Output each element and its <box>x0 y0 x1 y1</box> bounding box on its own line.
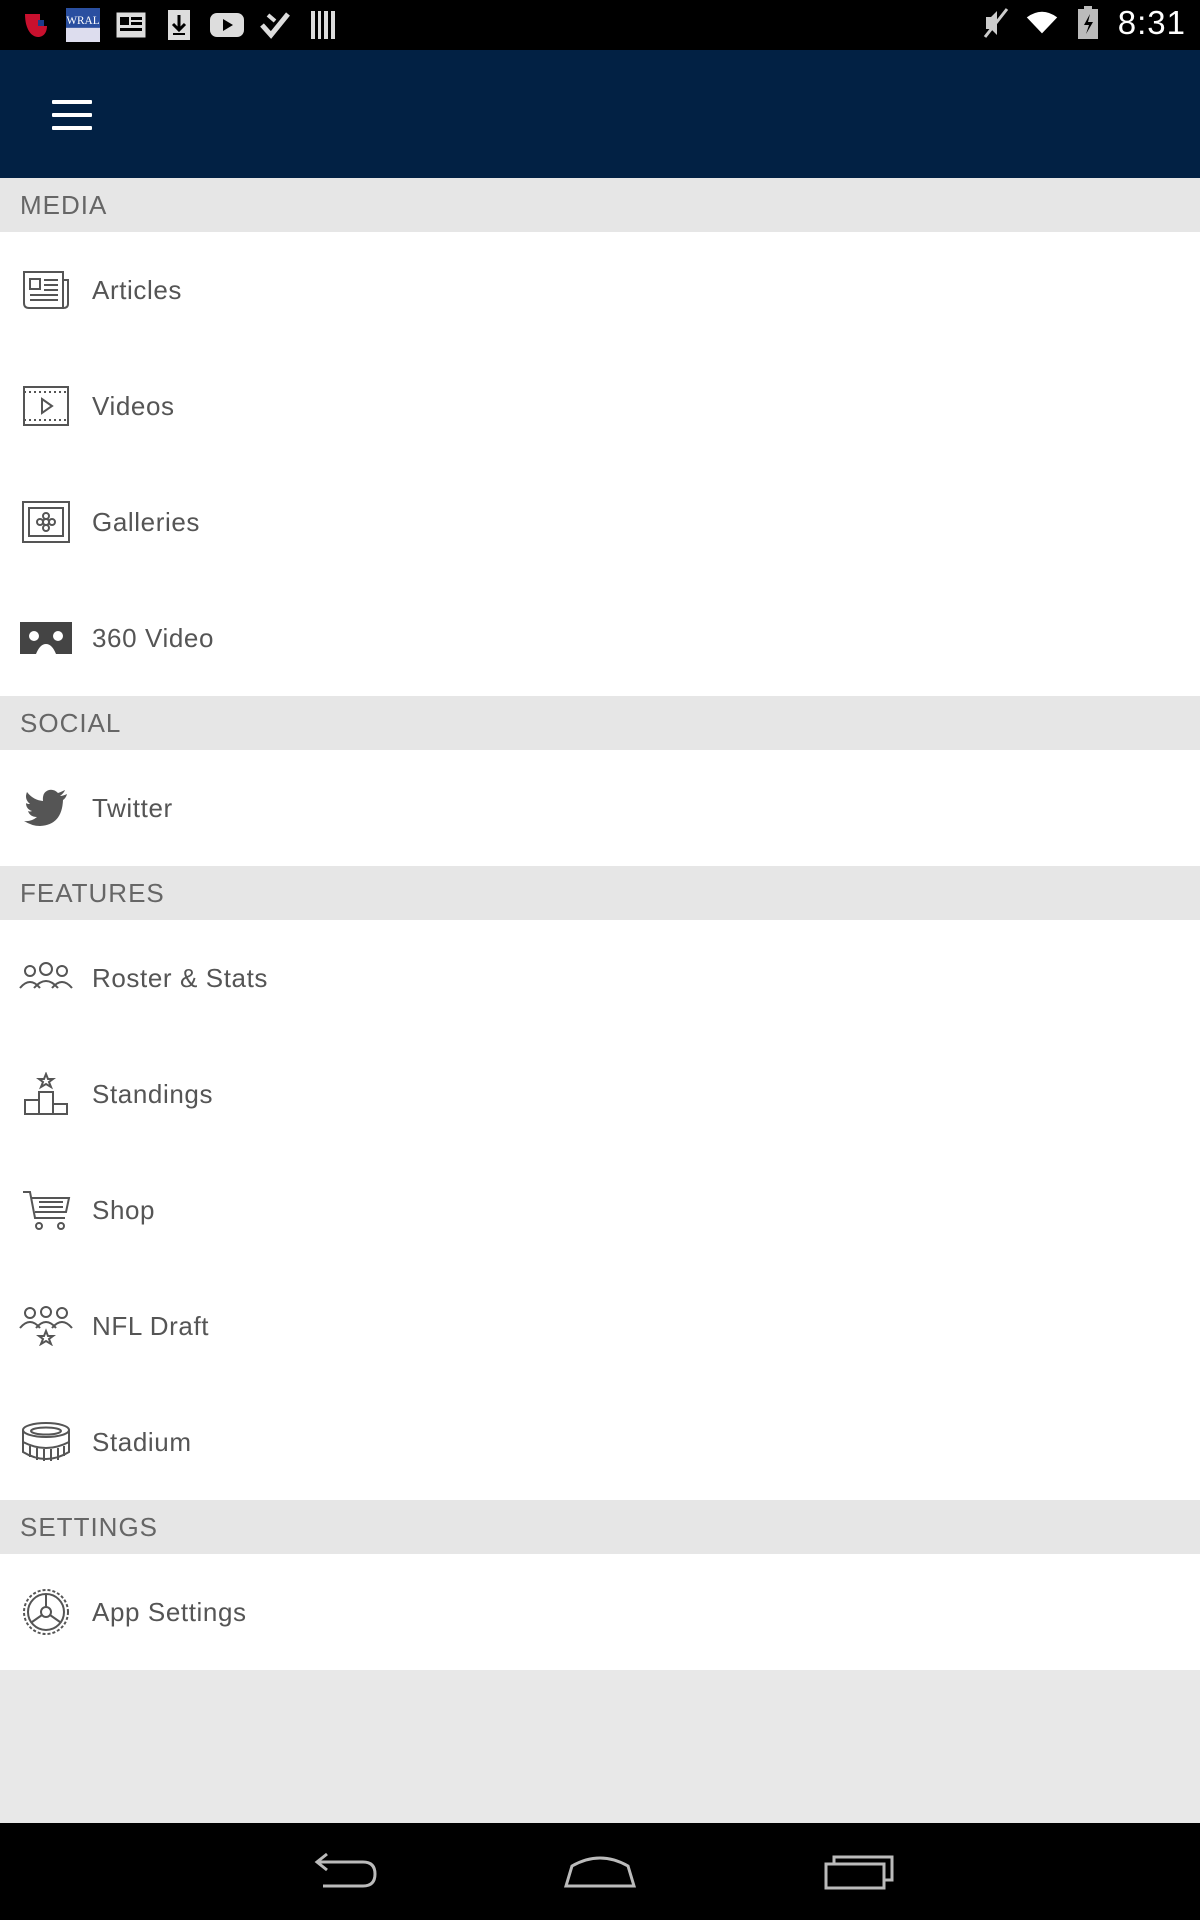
drawer-item-twitter[interactable]: Twitter <box>0 750 1200 866</box>
roster-icon <box>18 950 74 1006</box>
download-icon <box>162 8 196 42</box>
twitter-icon <box>18 780 74 836</box>
settings-icon <box>18 1584 74 1640</box>
app-bar <box>0 50 1200 178</box>
system-status: 8:31 <box>980 4 1186 42</box>
drawer-item-label: Shop <box>92 1194 156 1225</box>
draft-icon <box>18 1298 74 1354</box>
vr-headset-icon <box>18 610 74 666</box>
drawer-item-standings[interactable]: Standings <box>0 1036 1200 1152</box>
hamburger-icon[interactable] <box>52 100 92 130</box>
drawer-item-360-video[interactable]: 360 Video <box>0 580 1200 696</box>
drawer-item-label: Roster & Stats <box>92 962 269 993</box>
gallery-icon <box>18 494 74 550</box>
drawer-item-roster-stats[interactable]: Roster & Stats <box>0 920 1200 1036</box>
section-header-media: MEDIA <box>0 178 1200 232</box>
svg-text:WRAL: WRAL <box>66 15 99 27</box>
drawer-item-label: Twitter <box>92 792 173 823</box>
section-header-features: FEATURES <box>0 866 1200 920</box>
drawer-item-articles[interactable]: Articles <box>0 232 1200 348</box>
drawer-item-galleries[interactable]: Galleries <box>0 464 1200 580</box>
youtube-icon <box>210 8 244 42</box>
notification-icons: WRAL <box>18 8 340 42</box>
back-icon[interactable] <box>303 1847 383 1897</box>
home-icon[interactable] <box>560 1847 640 1897</box>
section-header-social: SOCIAL <box>0 696 1200 750</box>
weather-icon: WRAL <box>66 8 100 42</box>
drawer-item-label: 360 Video <box>92 622 215 653</box>
drawer-item-label: Galleries <box>92 506 200 537</box>
check-icon <box>258 8 292 42</box>
drawer-item-label: Standings <box>92 1078 214 1109</box>
drawer-item-label: Stadium <box>92 1426 192 1457</box>
battery-icon <box>1072 5 1104 41</box>
drawer-item-label: NFL Draft <box>92 1310 210 1341</box>
recents-icon[interactable] <box>818 1847 898 1897</box>
drawer-item-stadium[interactable]: Stadium <box>0 1384 1200 1500</box>
drawer-item-nfl-draft[interactable]: NFL Draft <box>0 1268 1200 1384</box>
cart-icon <box>18 1182 74 1238</box>
news-icon <box>114 8 148 42</box>
clock: 8:31 <box>1117 4 1186 41</box>
drawer-item-shop[interactable]: Shop <box>0 1152 1200 1268</box>
video-icon <box>18 378 74 434</box>
article-icon <box>18 262 74 318</box>
mute-icon <box>980 5 1012 41</box>
drawer-item-app-settings[interactable]: App Settings <box>0 1554 1200 1670</box>
drawer-item-label: Videos <box>92 390 175 421</box>
drawer-item-videos[interactable]: Videos <box>0 348 1200 464</box>
navigation-drawer: MEDIA Articles Videos Galleries 360 Vide… <box>0 178 1200 1670</box>
app-icon <box>18 8 52 42</box>
system-nav-bar <box>0 1823 1200 1920</box>
wifi-icon <box>1026 5 1058 41</box>
drawer-item-label: App Settings <box>92 1596 247 1627</box>
stadium-icon <box>18 1414 74 1470</box>
status-bar: WRAL 8:31 <box>0 0 1200 50</box>
drawer-item-label: Articles <box>92 274 183 305</box>
podium-icon <box>18 1066 74 1122</box>
section-header-settings: SETTINGS <box>0 1500 1200 1554</box>
barcode-icon <box>306 8 340 42</box>
